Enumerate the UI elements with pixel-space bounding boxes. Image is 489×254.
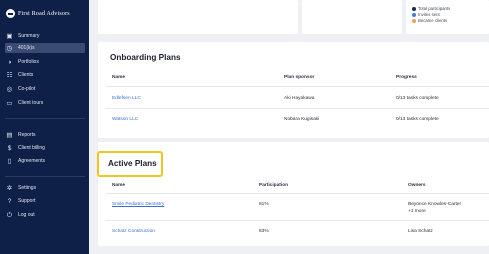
column-header-plan-sponsor: Plan sponsor	[284, 75, 315, 80]
table-divider	[106, 108, 489, 109]
sidebar-item-label: Log out	[18, 212, 35, 218]
column-header-name: Name	[112, 75, 126, 80]
sidebar-item-label: Summary	[18, 33, 40, 39]
onboarding-plans-title: Onboarding Plans	[110, 53, 181, 62]
column-header-owners: Owners	[408, 183, 426, 188]
sidebar-item-agreements[interactable]: ▯ Agreements	[5, 156, 85, 166]
plan-link-schatz[interactable]: Schatz Construction	[112, 229, 155, 234]
sidebar-item-copilot[interactable]: ◎ Co-pilot	[5, 84, 85, 94]
plan-sponsor: Nobara Kugisaki	[284, 117, 320, 122]
column-header-progress: Progress	[396, 75, 417, 80]
onboarding-plans-card: Onboarding Plans Name Plan sponsor Progr…	[98, 42, 489, 138]
table-divider	[106, 86, 489, 87]
sidebar-item-summary[interactable]: ▣ Summary	[5, 31, 85, 41]
sidebar-item-label: 401(k)s	[18, 45, 35, 51]
sidebar-item-label: Co-pilot	[18, 86, 36, 92]
chart-legend: Total participants Invites sent Became c…	[412, 6, 450, 24]
sidebar-divider	[5, 176, 85, 177]
legend-dot-icon	[412, 7, 416, 11]
plan-sponsor: Aki Hayakawa	[284, 96, 315, 101]
plan-link-smile-pediatric[interactable]: Smile Pediatric Dentistry	[112, 202, 164, 207]
sidebar-item-label: Clients	[18, 72, 34, 78]
power-icon: ⏻	[6, 211, 13, 219]
compass-icon: ◎	[6, 85, 13, 93]
sidebar-item-client-tours[interactable]: ▭ Client tours	[5, 98, 85, 108]
plan-owners: Lisa Schatz	[408, 229, 433, 234]
road-logo-icon	[6, 9, 15, 18]
plan-link-edlefsen[interactable]: Edlefsen LLC	[112, 96, 141, 101]
table-divider	[106, 193, 489, 194]
main-content: Total participants Invites sent Became c…	[89, 0, 489, 254]
portfolio-icon: ◑	[7, 58, 12, 66]
legend-dot-icon	[412, 13, 416, 17]
summary-icon: ▣	[6, 32, 13, 40]
active-plans-highlight	[97, 151, 163, 177]
people-icon: ☷	[6, 71, 13, 79]
sidebar-item-clients[interactable]: ☷ Clients	[5, 70, 85, 80]
sidebar-item-label: Settings	[18, 185, 37, 191]
sidebar-item-settings[interactable]: ✲ Settings	[5, 183, 85, 193]
sidebar-item-label: Agreements	[18, 158, 45, 164]
sidebar-item-portfolios[interactable]: ◑ Portfolios	[5, 57, 85, 67]
sidebar-divider	[5, 118, 85, 119]
sidebar-item-reports[interactable]: ▤ Reports	[5, 130, 85, 140]
piggybank-icon: ◷	[6, 44, 13, 52]
plan-owners-more[interactable]: +1 more	[408, 209, 426, 214]
billing-icon: $	[7, 144, 12, 152]
column-header-participation: Participation	[259, 183, 289, 188]
plan-progress: 0/13 tasks complete	[396, 96, 439, 101]
sidebar-item-support[interactable]: ? Support	[5, 196, 85, 206]
brand[interactable]: First Road Advisors	[6, 9, 70, 18]
sidebar-item-label: Support	[18, 198, 36, 204]
plan-owners: Beyonce Knowles-Carter	[408, 202, 462, 207]
help-icon: ?	[7, 197, 12, 205]
stats-card-left	[98, 0, 298, 34]
sidebar-item-client-billing[interactable]: $ Client billing	[5, 143, 85, 153]
document-icon: ▯	[7, 157, 12, 165]
gear-icon: ✲	[6, 184, 13, 192]
sidebar-item-logout[interactable]: ⏻ Log out	[5, 210, 85, 220]
sidebar-item-label: Portfolios	[18, 59, 39, 65]
sidebar-item-label: Client billing	[18, 145, 45, 151]
column-header-name: Name	[112, 183, 126, 188]
table-divider	[106, 220, 489, 221]
tours-icon: ▭	[6, 99, 13, 107]
plan-progress: 0/13 tasks complete	[396, 117, 439, 122]
sidebar-item-label: Reports	[18, 132, 36, 138]
stats-card-middle	[302, 0, 402, 34]
brand-name: First Road Advisors	[18, 10, 70, 17]
legend-label: Became clients	[418, 18, 448, 23]
legend-dot-icon	[412, 19, 416, 23]
reports-icon: ▤	[6, 131, 13, 139]
plan-participation: 83%	[259, 229, 269, 234]
plan-participation: 81%	[259, 202, 269, 207]
sidebar: First Road Advisors ▣ Summary ◷ 401(k)s …	[0, 0, 89, 254]
plan-link-watson[interactable]: Watson LLC	[112, 117, 138, 122]
legend-item: Became clients	[412, 18, 450, 24]
sidebar-item-401ks[interactable]: ◷ 401(k)s	[5, 43, 85, 53]
sidebar-item-label: Client tours	[18, 100, 44, 106]
